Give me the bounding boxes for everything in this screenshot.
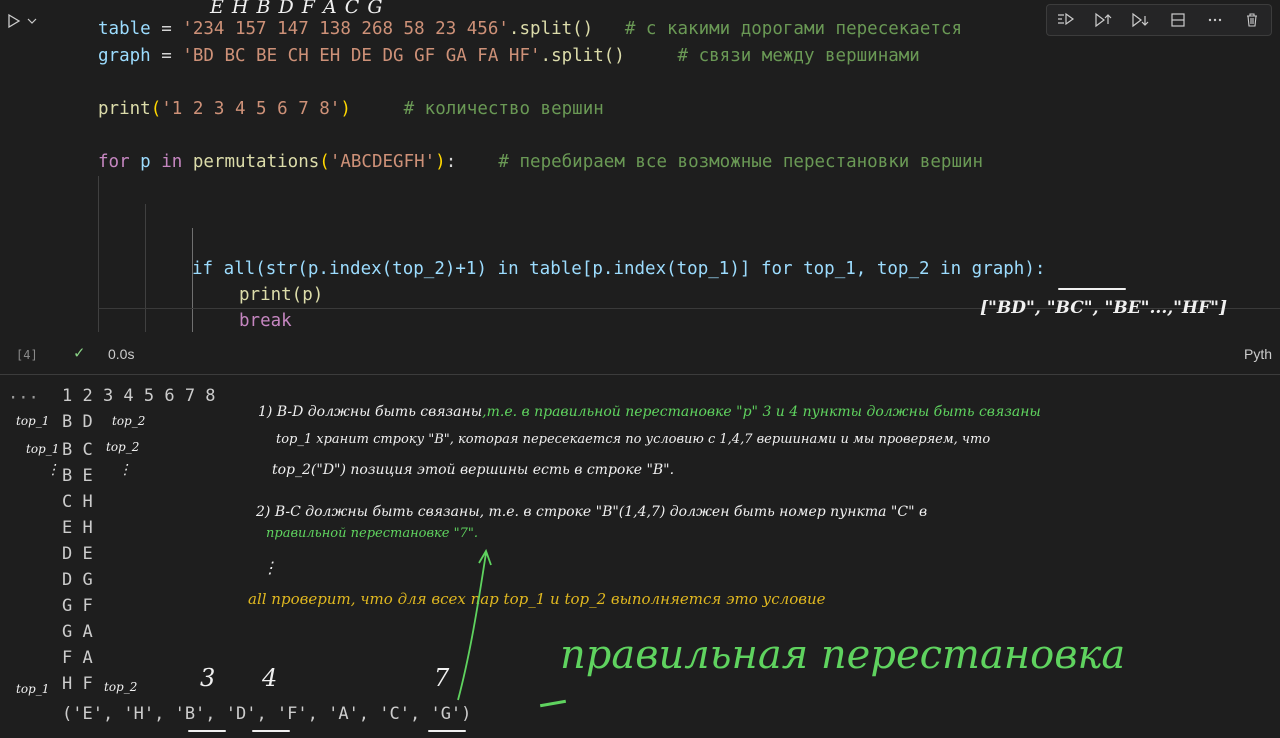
note-dots-small: ⋮ <box>118 462 132 478</box>
code-line-6: print(p) <box>239 285 324 305</box>
handwritten-letters: E H B D F A C G <box>210 0 384 18</box>
output-ellipsis[interactable]: ··· <box>8 386 39 410</box>
output-pair: B D <box>62 412 93 432</box>
label-top1: top_1 <box>16 682 50 696</box>
note-3: top_2("D") позиция этой вершины есть в с… <box>272 462 675 478</box>
note-2: top_1 хранит строку "B", которая пересек… <box>276 432 991 447</box>
output-pair: G F <box>62 596 93 616</box>
code-line-4: for p in permutations('ABCDEGFH'): # пер… <box>98 152 984 172</box>
note-4: 2) B-C должны быть связаны, т.е. в строк… <box>256 504 928 520</box>
code-line-3: print('1 2 3 4 5 6 7 8') # количество ве… <box>98 99 604 119</box>
output-result: ('E', 'H', 'B', 'D', 'F', 'A', 'C', 'G') <box>62 704 472 724</box>
var-table: table <box>98 19 151 39</box>
cell-divider <box>0 374 1280 375</box>
success-check-icon: ✓ <box>74 343 85 363</box>
underline-d <box>252 730 290 732</box>
note-1-white: 1) B-D должны быть связаны <box>258 404 483 420</box>
label-top2: top_2 <box>112 414 146 428</box>
table-string: '234 157 147 138 268 58 23 456' <box>182 19 509 39</box>
graph-string: 'BD BC BE CH EH DE DG GF GA FA HF' <box>182 46 541 66</box>
vertices-string: '1 2 3 4 5 6 7 8' <box>161 99 341 119</box>
permutations-string: 'ABCDEGFH' <box>329 152 436 172</box>
note-4-green: правильной перестановке "7". <box>266 526 478 541</box>
label-top2: top_2 <box>106 440 140 454</box>
var-graph: graph <box>98 46 151 66</box>
note-dots-small: ⋮ <box>46 462 60 478</box>
output-pair: E H <box>62 518 93 538</box>
output-pair: H F <box>62 674 93 694</box>
output-pair: C H <box>62 492 93 512</box>
underline-c <box>428 730 466 732</box>
big-note: правильная перестановка <box>560 632 1126 678</box>
code-line-1: table = '234 157 147 138 268 58 23 456'.… <box>98 19 962 39</box>
execution-duration: 0.0s <box>108 346 135 362</box>
output-pair: B C <box>62 440 93 460</box>
note-vertical-dots: ⋮ <box>262 558 278 577</box>
arrow-icon <box>457 548 492 701</box>
language-indicator[interactable]: Pyth <box>1244 346 1272 362</box>
note-1: 1) B-D должны быть связаны,т.е. в правил… <box>258 404 1041 420</box>
code-line-5: if all(str(p.index(top_2)+1) in table[p.… <box>192 259 1046 279</box>
split-call: .split() <box>508 19 594 39</box>
comment-1: # с какими дорогами пересекается <box>624 19 962 39</box>
note-1-green: ,т.е. в правильной перестановке "р" 3 и … <box>482 404 1041 420</box>
number-7: 7 <box>434 664 450 692</box>
code-line-2: graph = 'BD BC BE CH EH DE DG GF GA FA H… <box>98 46 920 66</box>
comment-3: # количество вершин <box>403 99 604 119</box>
output-pair: D G <box>62 570 93 590</box>
underline-b <box>188 730 226 732</box>
comment-2: # связи между вершинами <box>677 46 920 66</box>
split-call: .split() <box>540 46 625 66</box>
label-top1: top_1 <box>16 414 50 428</box>
label-top2: top_2 <box>104 680 138 694</box>
output-pair: F A <box>62 648 93 668</box>
note-5: all проверит, что для всех пар top_1 и t… <box>248 590 826 608</box>
output-pair: B E <box>62 466 93 486</box>
code-line-7: break <box>239 311 292 331</box>
execution-count: [4] <box>16 348 38 362</box>
graph-underline <box>1058 288 1126 290</box>
number-3: 3 <box>200 664 216 692</box>
graph-note: ["BD", "BC", "BE"...,"HF"] <box>980 298 1228 318</box>
output-header: 1 2 3 4 5 6 7 8 <box>62 386 216 406</box>
output-pair: D E <box>62 544 93 564</box>
output-pair: G A <box>62 622 93 642</box>
indent-guide <box>145 204 146 332</box>
cell-status-bar: [4] ✓ 0.0s Pyth <box>0 340 1280 372</box>
label-top1: top_1 <box>26 442 60 456</box>
number-4: 4 <box>262 664 278 692</box>
comment-4: # перебираем все возможные перестановки … <box>498 152 984 172</box>
